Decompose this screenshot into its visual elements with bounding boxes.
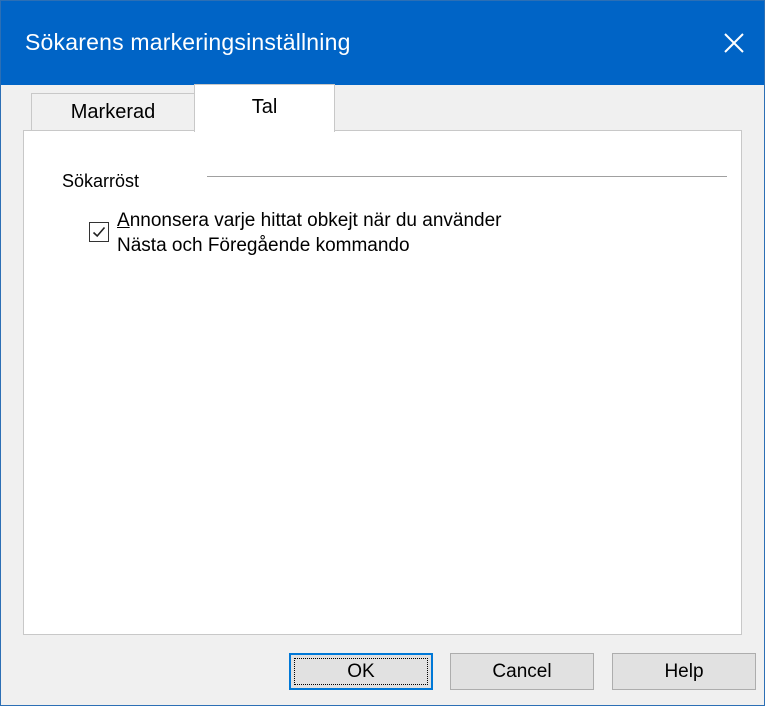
window-title: Sökarens markeringsinställning	[25, 29, 351, 55]
close-button[interactable]	[704, 1, 764, 85]
ok-button[interactable]: OK	[289, 653, 433, 690]
tab-markerad[interactable]: Markerad	[31, 93, 195, 131]
cancel-button[interactable]: Cancel	[450, 653, 594, 690]
group-label-sokarrost: Sökarröst	[62, 171, 140, 191]
announce-checkbox-label[interactable]: Annonsera varje hittat obkejt när du anv…	[117, 208, 502, 258]
announce-label-line2: Nästa och Föregående kommando	[117, 235, 410, 256]
announce-label-line1: Annonsera varje hittat obkejt när du anv…	[117, 210, 502, 231]
help-button-label: Help	[664, 660, 704, 682]
help-button[interactable]: Help	[612, 653, 756, 690]
dialog-window: Sökarens markeringsinställning Markerad …	[0, 0, 765, 706]
group-divider	[207, 176, 727, 177]
focus-rectangle	[294, 658, 428, 685]
tab-panel-tal: Sökarröst Annonsera varje hittat obkejt …	[23, 130, 742, 635]
tab-tal[interactable]: Tal	[194, 84, 335, 132]
tab-markerad-label: Markerad	[70, 101, 156, 123]
cancel-button-label: Cancel	[492, 660, 552, 682]
tab-tal-label: Tal	[251, 96, 278, 118]
checkmark-icon	[92, 226, 106, 238]
announce-checkbox[interactable]	[89, 222, 109, 242]
title-bar[interactable]: Sökarens markeringsinställning	[1, 1, 764, 85]
close-icon	[724, 33, 744, 53]
